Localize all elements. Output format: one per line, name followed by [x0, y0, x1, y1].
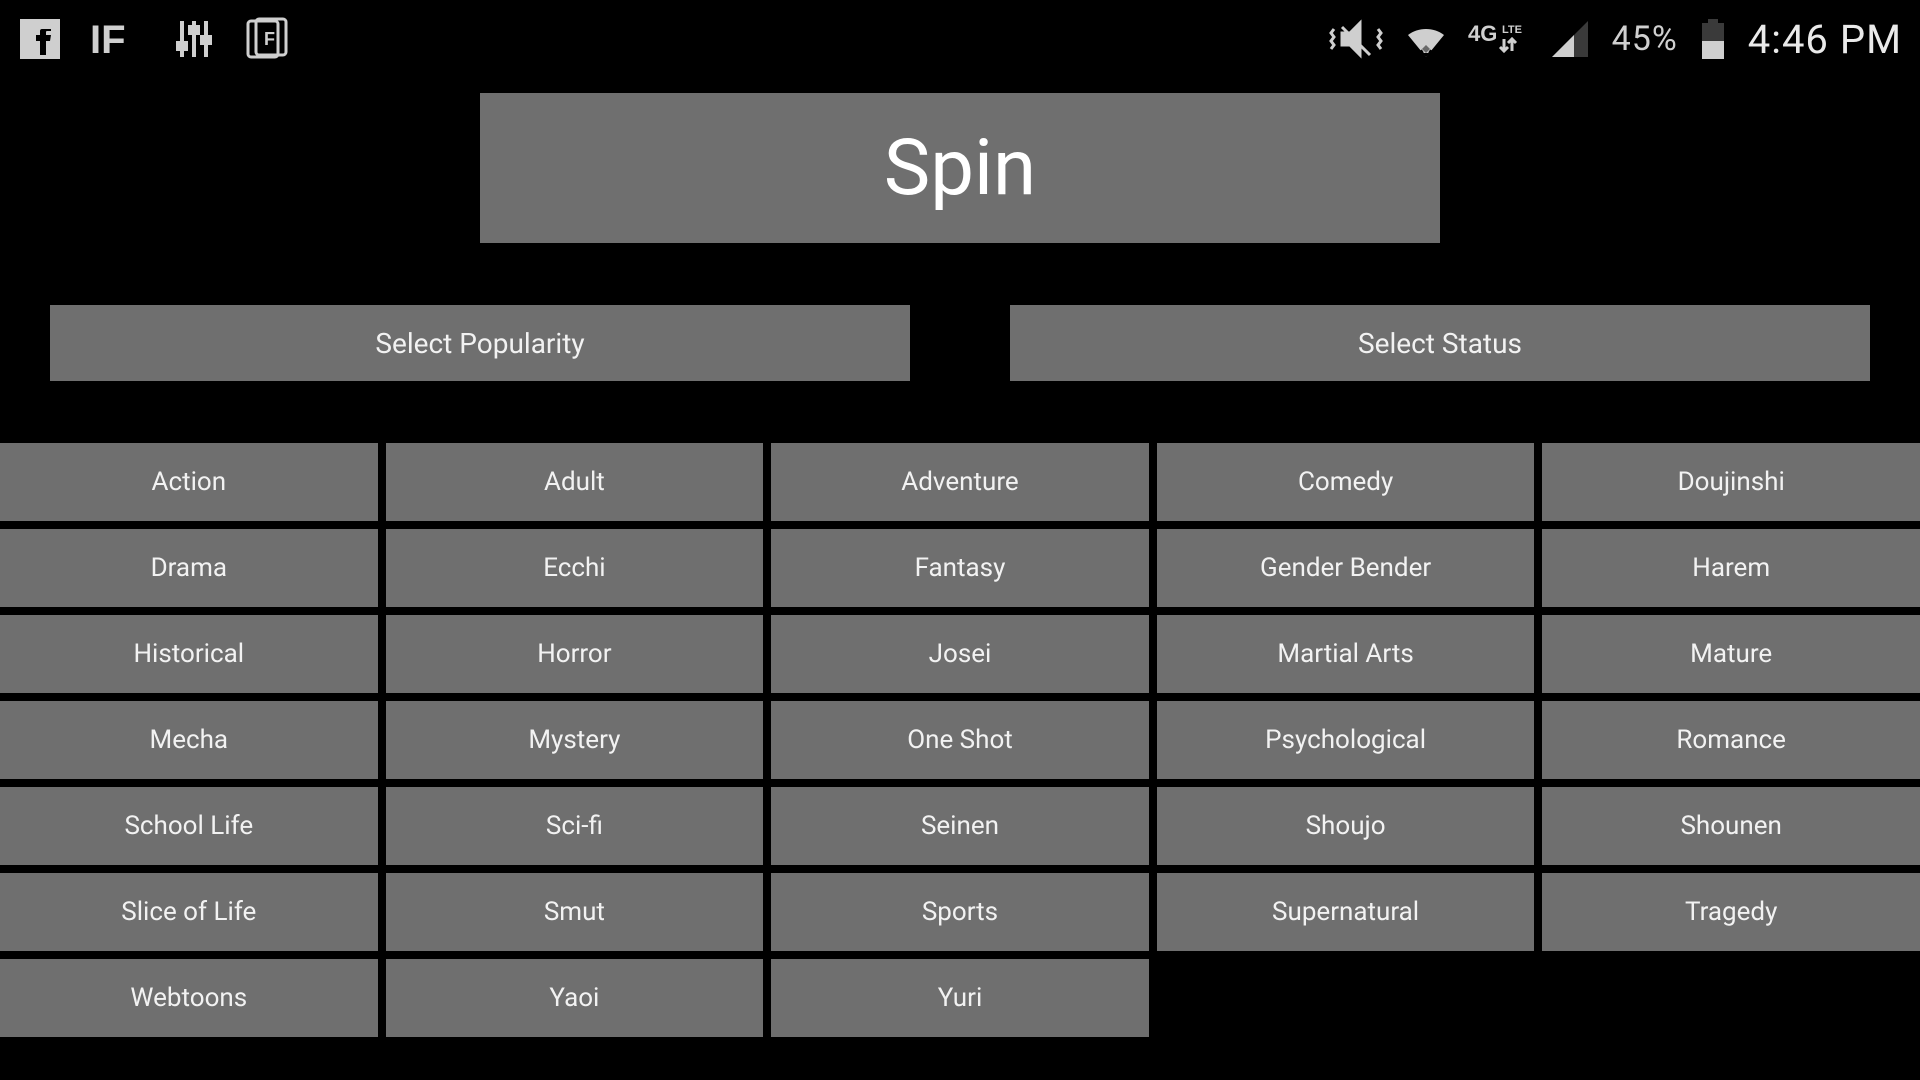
genre-button-psychological[interactable]: Psychological [1157, 701, 1535, 779]
select-status-button[interactable]: Select Status [1010, 305, 1870, 381]
genre-button-action[interactable]: Action [0, 443, 378, 521]
genre-button-romance[interactable]: Romance [1542, 701, 1920, 779]
genre-button-fantasy[interactable]: Fantasy [771, 529, 1149, 607]
facebook-icon [18, 17, 62, 61]
genre-button-sci-fi[interactable]: Sci-fi [386, 787, 764, 865]
genre-button-slice-of-life[interactable]: Slice of Life [0, 873, 378, 951]
genre-button-webtoons[interactable]: Webtoons [0, 959, 378, 1037]
genre-button-yaoi[interactable]: Yaoi [386, 959, 764, 1037]
genre-button-gender-bender[interactable]: Gender Bender [1157, 529, 1535, 607]
genre-button-mature[interactable]: Mature [1542, 615, 1920, 693]
genre-button-shounen[interactable]: Shounen [1542, 787, 1920, 865]
svg-text:F: F [264, 29, 275, 49]
status-bar: IF F [0, 0, 1920, 78]
if-app-icon: IF [90, 17, 144, 61]
genre-button-horror[interactable]: Horror [386, 615, 764, 693]
select-popularity-button[interactable]: Select Popularity [50, 305, 910, 381]
spin-button[interactable]: Spin [480, 93, 1440, 243]
genre-button-smut[interactable]: Smut [386, 873, 764, 951]
genre-button-yuri[interactable]: Yuri [771, 959, 1149, 1037]
battery-percent: 45% [1612, 19, 1678, 59]
genre-button-shoujo[interactable]: Shoujo [1157, 787, 1535, 865]
genre-button-comedy[interactable]: Comedy [1157, 443, 1535, 521]
genre-button-drama[interactable]: Drama [0, 529, 378, 607]
wifi-icon [1404, 17, 1448, 61]
genre-button-historical[interactable]: Historical [0, 615, 378, 693]
genre-button-ecchi[interactable]: Ecchi [386, 529, 764, 607]
genre-button-mystery[interactable]: Mystery [386, 701, 764, 779]
genre-button-harem[interactable]: Harem [1542, 529, 1920, 607]
genre-button-josei[interactable]: Josei [771, 615, 1149, 693]
svg-text:4G: 4G [1468, 21, 1497, 46]
genre-button-seinen[interactable]: Seinen [771, 787, 1149, 865]
vibrate-icon [1328, 17, 1384, 61]
genre-button-mecha[interactable]: Mecha [0, 701, 378, 779]
genre-button-supernatural[interactable]: Supernatural [1157, 873, 1535, 951]
genre-button-adventure[interactable]: Adventure [771, 443, 1149, 521]
sliders-icon [172, 17, 216, 61]
status-clock: 4:46 PM [1748, 16, 1902, 63]
status-bar-right: 4G LTE 45% 4:46 PM [1328, 16, 1902, 63]
genre-button-school-life[interactable]: School Life [0, 787, 378, 865]
svg-text:IF: IF [90, 18, 126, 61]
network-4g-icon: 4G LTE [1468, 17, 1528, 61]
genre-button-sports[interactable]: Sports [771, 873, 1149, 951]
svg-text:LTE: LTE [1502, 24, 1522, 36]
status-bar-left: IF F [18, 17, 294, 61]
genre-button-tragedy[interactable]: Tragedy [1542, 873, 1920, 951]
genre-button-one-shot[interactable]: One Shot [771, 701, 1149, 779]
flash-app-icon: F [244, 17, 294, 61]
genre-button-martial-arts[interactable]: Martial Arts [1157, 615, 1535, 693]
cell-signal-icon [1548, 17, 1592, 61]
genre-button-adult[interactable]: Adult [386, 443, 764, 521]
battery-icon [1698, 17, 1728, 61]
genre-button-doujinshi[interactable]: Doujinshi [1542, 443, 1920, 521]
genre-grid: ActionAdultAdventureComedyDoujinshi Drama… [0, 443, 1920, 1037]
